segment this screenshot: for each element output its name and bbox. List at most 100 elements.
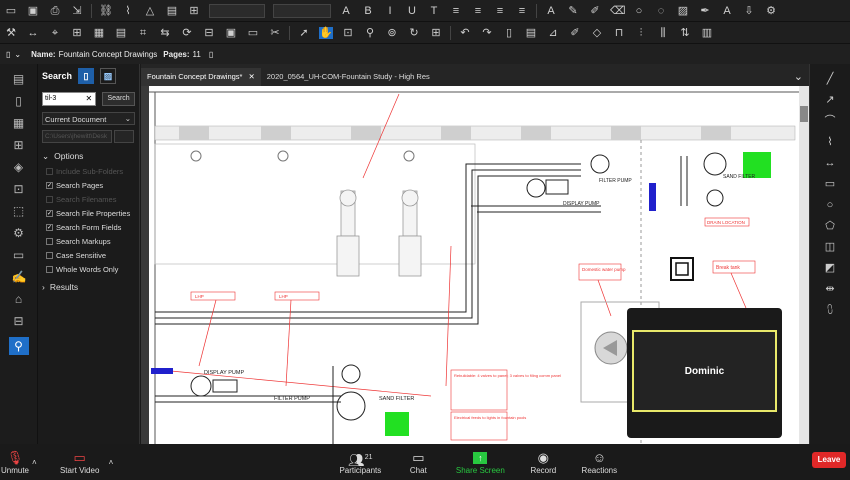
measure-icon[interactable]: ⊿ [546,27,560,39]
option-3[interactable]: ✓ Search File Properties [46,208,135,218]
select-icon[interactable]: ▭ [246,27,260,39]
link-icon[interactable]: ⛓ [99,5,113,17]
chevron-up-icon[interactable]: ˄ [109,458,114,467]
lock-icon[interactable]: ⊓ [612,27,626,39]
browse-button[interactable] [114,130,134,143]
snapshot-icon[interactable]: ⊡ [341,27,355,39]
tab-fountain-concept[interactable]: Fountain Concept Drawings* ✕ [141,68,261,86]
fit-icon[interactable]: ⊞ [429,27,443,39]
markups-list-icon[interactable]: ▤ [12,73,26,86]
text-style-icon[interactable]: T [427,5,441,17]
pen-icon[interactable]: ✎ [566,5,580,17]
flatten-icon[interactable]: ⇩ [742,5,756,17]
pan-icon[interactable]: ✋ [319,26,333,39]
save-icon[interactable]: ▣ [26,5,40,17]
measurements-icon[interactable]: ▭ [12,249,26,262]
markup-icon[interactable]: ▤ [165,5,179,17]
search-button[interactable]: Search [102,92,135,106]
expand-icon[interactable]: ↔ [26,27,40,39]
count-tool-icon[interactable]: ⇹ [823,283,837,295]
print-icon[interactable]: ⎙ [48,5,62,17]
options-section-header[interactable]: ⌄ Options [42,151,135,162]
undo-icon[interactable]: ↶ [458,27,472,39]
clear-icon[interactable]: ✕ [85,94,92,103]
volume-tool-icon[interactable]: ◩ [823,262,837,274]
redo-icon[interactable]: ↷ [480,27,494,39]
dimension-tool-icon[interactable]: ↔ [823,157,837,169]
document-search-tab-icon[interactable]: ▯ [78,68,95,84]
order-icon[interactable]: ▥ [700,27,714,39]
distribute-icon[interactable]: ⫼ [656,27,670,39]
option-1[interactable]: ✓ Search Pages [46,180,135,190]
rectangle-tool-icon[interactable]: ▭ [823,178,837,190]
signatures-icon[interactable]: ✍ [12,271,27,284]
erase-icon[interactable]: ◇ [590,27,604,39]
pen-tool-icon[interactable]: ✒ [698,5,712,17]
checkbox[interactable] [46,237,53,245]
scope-select[interactable]: Current Document ⌄ [42,112,135,125]
settings-icon[interactable]: ⚙ [764,5,778,17]
close-icon[interactable]: ✕ [248,68,254,86]
option-5[interactable]: Search Markups [46,236,135,246]
ellipse-tool-icon[interactable]: ○ [823,199,837,211]
arrange-icon[interactable]: ⊟ [202,27,216,39]
gear-icon[interactable]: ⚙ [12,227,26,240]
layers-icon[interactable]: ◈ [12,161,26,174]
align-right-icon[interactable]: ≡ [493,5,507,17]
area-tool-icon[interactable]: ◫ [823,241,837,253]
search-input[interactable]: til-3 ✕ [42,92,97,106]
checkbox[interactable]: ✓ [46,181,53,189]
properties-icon[interactable]: ⬚ [12,205,26,218]
leave-button[interactable]: Leave [812,452,846,468]
share-screen-button[interactable]: ↑ Share Screen [455,450,505,475]
bold-icon[interactable]: B [361,5,375,17]
align-center-icon[interactable]: ≡ [471,5,485,17]
italic-icon[interactable]: I [383,5,397,17]
checkbox[interactable]: ✓ [46,223,53,231]
properties-icon[interactable]: ▤ [114,27,128,39]
grid-icon[interactable]: ⊞ [70,27,84,39]
circle-icon[interactable]: ○ [632,5,646,17]
highlighter-icon[interactable]: ✐ [588,5,602,17]
option-6[interactable]: Case Sensitive [46,250,135,260]
stamp-icon[interactable]: ⊞ [187,5,201,17]
tool-chest-icon[interactable]: ⊡ [12,183,26,196]
image-icon[interactable]: ▨ [676,5,690,17]
chat-button[interactable]: ▭ Chat [403,450,433,475]
highlight-icon[interactable]: △ [143,5,157,17]
document-icon[interactable]: ▯ [6,50,10,59]
paste-icon[interactable]: ▤ [524,27,538,39]
grid-view-icon[interactable]: ⊞ [12,139,26,152]
record-button[interactable]: ◉ Record [527,450,559,475]
scrollbar-thumb[interactable] [800,106,808,122]
calibrate-tool-icon[interactable]: ⩇ [823,304,837,316]
image-search-tab-icon[interactable]: ▨ [100,68,117,84]
polygon-tool-icon[interactable]: ⬠ [823,220,837,232]
compare-icon[interactable]: ⇆ [158,27,172,39]
chevron-down-icon[interactable]: ⌄ [14,50,21,59]
capture-icon[interactable]: ⌗ [136,27,150,39]
chevron-up-icon[interactable]: ˄ [32,458,37,467]
cursor-icon[interactable]: ➚ [297,27,311,39]
zoom-icon[interactable]: ⚲ [363,27,377,39]
table-icon[interactable]: ⊟ [12,315,26,328]
sync-icon[interactable]: ⟳ [180,27,194,39]
reactions-button[interactable]: ☺ Reactions [579,450,619,475]
page-icon[interactable]: ▯ [502,27,516,39]
participants-button[interactable]: 👥︎21 Participants [337,450,383,475]
start-video-button[interactable]: ▭ Start Video [55,450,105,475]
flip-icon[interactable]: ⇅ [678,27,692,39]
attach-icon[interactable]: ⌇ [121,5,135,17]
align-left-icon[interactable]: ≡ [449,5,463,17]
font-size-select[interactable] [273,3,331,18]
results-section-header[interactable]: › Results [42,282,135,292]
eraser-icon[interactable]: ⌫ [610,5,626,17]
tag-icon[interactable]: ⌂ [12,293,26,306]
rotate-icon[interactable]: ↻ [407,27,421,39]
bookmark-icon[interactable]: ▯ [12,95,26,108]
arrow-tool-icon[interactable]: ↗ [823,94,837,106]
checkbox[interactable]: ✓ [46,209,53,217]
participant-video-popup[interactable]: Dominic [627,308,782,438]
search-icon[interactable]: ⚲ [8,337,29,355]
arc-tool-icon[interactable]: ⌒ [823,115,837,127]
